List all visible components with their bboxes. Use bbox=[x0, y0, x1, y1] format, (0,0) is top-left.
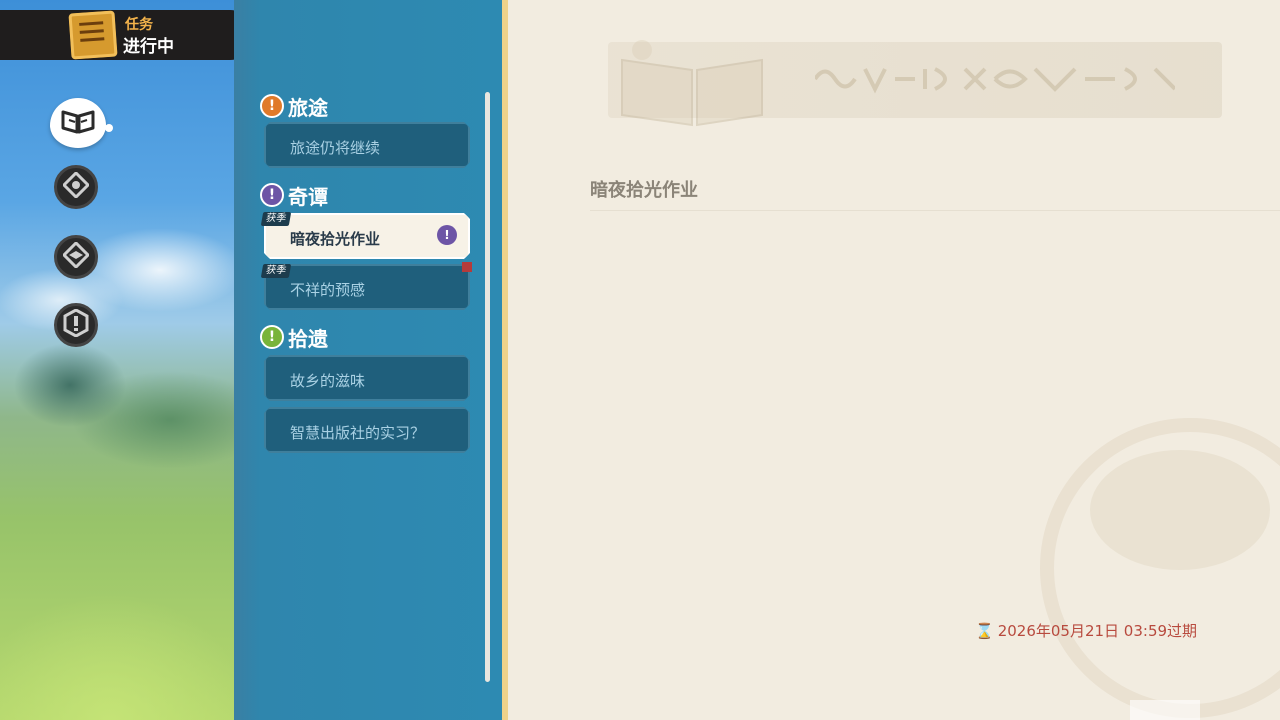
book-icon bbox=[61, 108, 95, 139]
quest-item-tales-2[interactable]: 不祥的预感 bbox=[264, 264, 470, 310]
badge-title-large: 进行中 bbox=[123, 37, 174, 57]
nav-misc-button[interactable] bbox=[54, 303, 98, 347]
category-label: 旅途 bbox=[288, 95, 328, 120]
quest-item-misc-1[interactable]: 故乡的滋味 bbox=[264, 355, 470, 401]
compass-icon bbox=[61, 170, 91, 203]
exclamation-icon: ! bbox=[260, 325, 284, 349]
quest-item-journey-1[interactable]: 旅途仍将继续 bbox=[264, 122, 470, 168]
hourglass-icon: ⌛ bbox=[975, 621, 994, 640]
quest-item-label: 暗夜拾光作业 bbox=[290, 230, 381, 248]
nav-journey-button[interactable] bbox=[54, 165, 98, 209]
detail-divider bbox=[590, 210, 1280, 211]
nav-all-quests-button[interactable] bbox=[50, 98, 106, 148]
detail-title: 暗夜拾光作业 bbox=[590, 180, 698, 201]
season-tag: 获季 bbox=[260, 212, 292, 226]
banner-decor-glyphs bbox=[813, 64, 1177, 101]
decor-bush bbox=[1090, 450, 1270, 570]
nav-tales-button[interactable] bbox=[54, 235, 98, 279]
bottom-fade bbox=[1130, 700, 1200, 720]
scroll-icon bbox=[68, 10, 118, 60]
exclamation-icon bbox=[63, 307, 89, 342]
background-scene bbox=[0, 0, 234, 720]
quest-list-scrollbar[interactable] bbox=[485, 92, 490, 682]
exclamation-icon: ! bbox=[260, 94, 284, 118]
exclamation-icon: ! bbox=[260, 183, 284, 207]
quest-item-label: 智慧出版社的实习？ bbox=[290, 424, 426, 442]
category-misc: ! 拾遗 bbox=[260, 324, 328, 351]
quest-item-misc-2[interactable]: 智慧出版社的实习？ bbox=[264, 407, 470, 453]
quest-item-label: 故乡的滋味 bbox=[290, 372, 366, 390]
expire-info: ⌛ 2026年05月21日 03:59过期 bbox=[975, 620, 1197, 641]
category-label: 拾遗 bbox=[288, 326, 328, 351]
category-label: 奇谭 bbox=[288, 184, 328, 209]
compass-icon bbox=[61, 240, 91, 273]
badge-title-small: 任务 bbox=[125, 17, 153, 33]
book-illustration-icon bbox=[612, 30, 782, 130]
expire-text: 2026年05月21日 03:59过期 bbox=[997, 622, 1198, 640]
new-marker-icon bbox=[462, 262, 472, 272]
quest-item-label: 不祥的预感 bbox=[290, 281, 366, 299]
category-journey: ! 旅途 bbox=[260, 93, 328, 120]
exclamation-icon: ! bbox=[437, 225, 457, 245]
scene-hill bbox=[0, 420, 234, 720]
nav-dot bbox=[105, 124, 113, 132]
quest-item-label: 旅途仍将继续 bbox=[290, 139, 381, 157]
season-tag: 获季 bbox=[260, 264, 292, 278]
category-tales: ! 奇谭 bbox=[260, 182, 328, 209]
